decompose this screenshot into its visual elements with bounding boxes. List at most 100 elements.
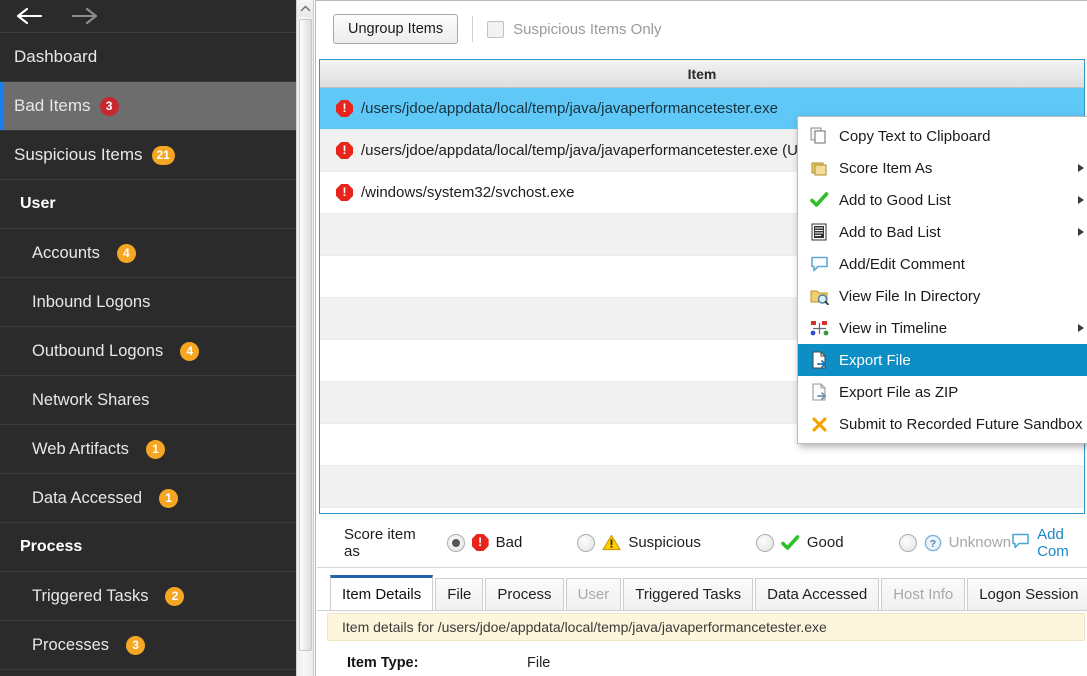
sidebar-item-label: Outbound Logons xyxy=(32,342,163,361)
tab-label: Item Details xyxy=(342,586,421,603)
context-menu-item-view-file-in-directory[interactable]: View File In Directory xyxy=(798,280,1087,312)
tab-process[interactable]: Process xyxy=(485,578,563,610)
radio-button[interactable] xyxy=(899,534,917,552)
forward-arrow-icon[interactable] xyxy=(70,5,100,27)
sandbox-icon xyxy=(808,414,830,434)
context-menu-item-export-file[interactable]: Export File xyxy=(798,344,1087,376)
context-menu-item-add-to-bad-list[interactable]: Add to Bad List xyxy=(798,216,1087,248)
sidebar-item-bad-items[interactable]: Bad Items 3 xyxy=(0,82,296,131)
tab-data-accessed[interactable]: Data Accessed xyxy=(755,578,879,610)
table-cell-item: /windows/system32/svchost.exe xyxy=(361,184,574,201)
main-panel: Ungroup Items Suspicious Items Only Item… xyxy=(315,0,1087,676)
sidebar-item-web-artifacts[interactable]: Web Artifacts1 xyxy=(0,425,296,474)
score-radio-good[interactable]: Good xyxy=(756,534,844,552)
tab-label: Data Accessed xyxy=(767,586,867,603)
sidebar-item-badge: 3 xyxy=(100,97,119,116)
add-comment-link[interactable]: Add Com xyxy=(1011,526,1087,560)
sidebar-vertical-scrollbar[interactable] xyxy=(296,0,314,676)
checkbox-box-icon[interactable] xyxy=(487,21,504,38)
suspicious-items-only-checkbox[interactable]: Suspicious Items Only xyxy=(487,21,661,38)
score-stack-icon xyxy=(808,158,830,178)
score-options: !Bad Suspicious Good ?Unknown xyxy=(423,534,1012,552)
comment-icon xyxy=(808,254,830,274)
sidebar-item-suspicious-items[interactable]: Suspicious Items 21 xyxy=(0,131,296,180)
export-zip-icon xyxy=(808,382,830,402)
tab-file[interactable]: File xyxy=(435,578,483,610)
sidebar-item-label: Suspicious Items xyxy=(14,145,143,165)
context-menu-item-label: View File In Directory xyxy=(839,288,980,305)
context-menu-item-label: Export File xyxy=(839,352,911,369)
ungroup-items-button[interactable]: Ungroup Items xyxy=(333,14,458,44)
score-radio-unknown[interactable]: ?Unknown xyxy=(899,534,1012,552)
tab-label: User xyxy=(578,586,610,603)
scrollbar-thumb[interactable] xyxy=(299,19,312,651)
context-menu-item-label: Add/Edit Comment xyxy=(839,256,965,273)
context-menu-item-copy-text-to-clipboard[interactable]: Copy Text to Clipboard xyxy=(798,120,1087,152)
score-radio-suspicious[interactable]: Suspicious xyxy=(577,534,701,552)
green-check-icon xyxy=(808,190,830,210)
sidebar-item-badge: 2 xyxy=(165,587,184,606)
radio-button[interactable] xyxy=(447,534,465,552)
context-menu-item-label: Add to Good List xyxy=(839,192,951,209)
green-check-icon xyxy=(781,535,800,551)
tab-label: Process xyxy=(497,586,551,603)
radio-button[interactable] xyxy=(756,534,774,552)
items-toolbar: Ungroup Items Suspicious Items Only xyxy=(316,1,1087,57)
sidebar-item-accounts[interactable]: Accounts4 xyxy=(0,229,296,278)
scroll-up-icon[interactable] xyxy=(297,0,313,17)
question-circle-icon: ? xyxy=(924,534,942,552)
submenu-arrow-icon xyxy=(1078,324,1084,332)
svg-text:?: ? xyxy=(929,538,935,550)
sidebar-item-data-accessed[interactable]: Data Accessed1 xyxy=(0,474,296,523)
table-cell-item: /users/jdoe/appdata/local/temp/java/java… xyxy=(361,142,855,159)
context-menu-item-label: Score Item As xyxy=(839,160,932,177)
bad-octagon-icon: ! xyxy=(336,184,353,201)
table-column-header-item[interactable]: Item xyxy=(320,60,1084,88)
sidebar: DashboardBad Items3Suspicious Items21Use… xyxy=(0,0,296,676)
tab-item-details[interactable]: Item Details xyxy=(330,575,433,610)
tab-triggered-tasks[interactable]: Triggered Tasks xyxy=(623,578,753,610)
add-comment-label: Add Com xyxy=(1037,526,1087,560)
context-menu-item-submit-to-recorded-future-sandbox[interactable]: Submit to Recorded Future Sandbox xyxy=(798,408,1087,440)
tab-host-info: Host Info xyxy=(881,578,965,610)
context-menu-item-add-to-good-list[interactable]: Add to Good List xyxy=(798,184,1087,216)
context-menu-item-add-edit-comment[interactable]: Add/Edit Comment xyxy=(798,248,1087,280)
export-file-icon xyxy=(808,350,830,370)
context-menu-item-score-item-as[interactable]: Score Item As xyxy=(798,152,1087,184)
context-menu-item-label: Submit to Recorded Future Sandbox xyxy=(839,416,1082,433)
table-cell-item: /users/jdoe/appdata/local/temp/java/java… xyxy=(361,100,778,117)
sidebar-item-outbound-logons[interactable]: Outbound Logons4 xyxy=(0,327,296,376)
sidebar-item-badge: 3 xyxy=(126,636,145,655)
sidebar-item-inbound-logons[interactable]: Inbound Logons xyxy=(0,278,296,327)
submenu-arrow-icon xyxy=(1078,228,1084,236)
context-menu-item-view-in-timeline[interactable]: View in Timeline xyxy=(798,312,1087,344)
sidebar-item-badge: 1 xyxy=(146,440,165,459)
sidebar-item-badge: 21 xyxy=(152,146,175,165)
context-menu-item-label: Add to Bad List xyxy=(839,224,941,241)
sidebar-item-label: Network Shares xyxy=(32,391,149,410)
score-radio-label: Good xyxy=(807,534,844,551)
sidebar-item-label: Dashboard xyxy=(14,47,97,67)
sidebar-item-dashboard[interactable]: Dashboard xyxy=(0,33,296,82)
score-radio-bad[interactable]: !Bad xyxy=(447,534,523,552)
score-item-as-label: Score item as xyxy=(344,526,423,560)
tab-logon-session[interactable]: Logon Session xyxy=(967,578,1087,610)
context-menu-item-export-file-as-zip[interactable]: Export File as ZIP xyxy=(798,376,1087,408)
context-menu-item-label: View in Timeline xyxy=(839,320,947,337)
sidebar-item-label: Accounts xyxy=(32,244,100,263)
sidebar-item-label: Bad Items xyxy=(14,96,91,116)
sidebar-item-triggered-tasks[interactable]: Triggered Tasks2 xyxy=(0,572,296,621)
sidebar-item-label: Data Accessed xyxy=(32,489,142,508)
sidebar-item-processes[interactable]: Processes3 xyxy=(0,621,296,670)
warning-triangle-icon xyxy=(602,534,621,551)
context-menu: Copy Text to Clipboard Score Item As Add t… xyxy=(797,116,1087,444)
sidebar-item-label: Inbound Logons xyxy=(32,293,150,312)
submenu-arrow-icon xyxy=(1078,164,1084,172)
folder-search-icon xyxy=(808,286,830,306)
tab-user: User xyxy=(566,578,622,610)
sidebar-item-network-shares[interactable]: Network Shares xyxy=(0,376,296,425)
radio-button[interactable] xyxy=(577,534,595,552)
back-arrow-icon[interactable] xyxy=(14,5,44,27)
tab-label: Logon Session xyxy=(979,586,1078,603)
table-row[interactable] xyxy=(320,466,1084,508)
